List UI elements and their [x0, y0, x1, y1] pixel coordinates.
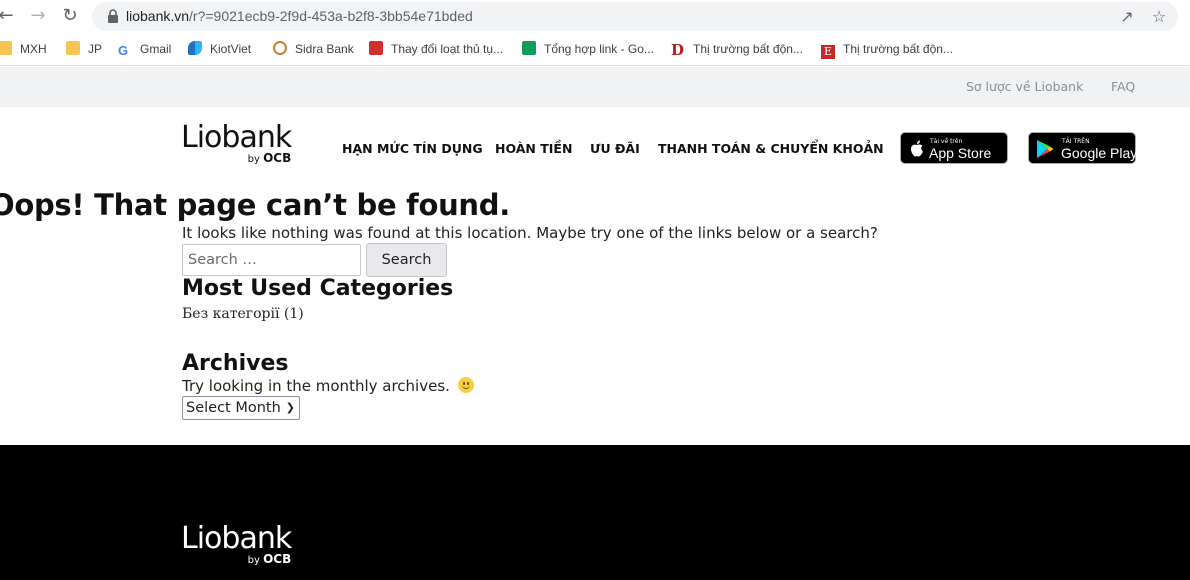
red-arrow-icon — [369, 41, 383, 55]
forward-icon[interactable]: → — [28, 6, 48, 26]
bookmark-star-icon[interactable]: ☆ — [1150, 8, 1168, 26]
page-title: Oops! That page can’t be found. — [0, 188, 510, 222]
menu-credit-limit[interactable]: HẠN MỨC TÍN DỤNG — [342, 141, 483, 156]
google-play-badge[interactable]: TẢI TRÊN Google Play — [1028, 132, 1137, 164]
month-select[interactable]: Select Month ❯ — [182, 396, 300, 420]
bookmark-kiotviet[interactable]: KiotViet — [188, 40, 251, 58]
lock-icon — [108, 9, 118, 23]
bookmark-thi-truong-1[interactable]: D Thị trường bất độn... — [671, 40, 803, 58]
bookmark-sidra[interactable]: Sidra Bank — [273, 40, 354, 58]
sheets-icon — [522, 41, 536, 55]
sidra-icon — [273, 41, 287, 55]
apple-icon — [911, 140, 923, 157]
address-bar[interactable]: liobank.vn/r?=9021ecb9-2f9d-453a-b2f8-3b… — [92, 2, 1178, 31]
bookmark-mxh[interactable]: MXH — [0, 40, 47, 58]
browser-toolbar: ← → ↻ liobank.vn/r?=9021ecb9-2f9d-453a-b… — [0, 0, 1190, 33]
about-link[interactable]: Sơ lược về Liobank — [966, 79, 1083, 94]
not-found-message: It looks like nothing was found at this … — [182, 224, 878, 242]
chevron-down-icon: ❯ — [285, 401, 295, 414]
folder-icon — [0, 41, 12, 55]
bookmark-thi-truong-2[interactable]: E Thị trường bất độn... — [821, 40, 953, 59]
footer-logo[interactable]: Liobank by OCB — [181, 524, 292, 567]
app-store-badge[interactable]: Tải về trên App Store — [900, 132, 1008, 164]
bookmark-gmail[interactable]: G Gmail — [118, 40, 171, 58]
faq-link[interactable]: FAQ — [1111, 79, 1135, 94]
menu-payments-transfers[interactable]: THANH TOÁN & CHUYỂN KHOẢN — [658, 141, 884, 156]
category-item: Без категорії (1) — [182, 306, 304, 322]
d-logo-icon: D — [671, 41, 685, 59]
site-top-strip: Sơ lược về Liobank FAQ — [0, 67, 1190, 107]
search-button[interactable]: Search — [366, 243, 447, 277]
menu-offers[interactable]: ƯU ĐÃI — [590, 141, 640, 156]
search-input[interactable] — [182, 244, 361, 276]
menu-cashback[interactable]: HOÀN TIỀN — [495, 141, 572, 156]
bookmark-thay-doi[interactable]: Thay đổi loạt thủ tụ... — [369, 40, 503, 58]
category-count: (1) — [283, 306, 304, 322]
categories-heading: Most Used Categories — [182, 276, 454, 301]
google-play-icon — [1037, 140, 1054, 158]
bookmark-tong-hop[interactable]: Tổng hợp link - Go... — [522, 40, 654, 58]
e-logo-icon: E — [821, 45, 835, 59]
bookmark-jp[interactable]: JP — [66, 40, 102, 58]
folder-icon — [66, 41, 80, 55]
share-icon[interactable]: ↗ — [1118, 8, 1136, 26]
url-text: liobank.vn/r?=9021ecb9-2f9d-453a-b2f8-3b… — [126, 8, 473, 24]
category-link[interactable]: Без категорії — [182, 306, 279, 322]
kiotviet-icon — [188, 41, 202, 55]
smile-emoji-icon — [457, 377, 474, 393]
reload-icon[interactable]: ↻ — [60, 6, 80, 26]
footer: Liobank by OCB — [0, 445, 1190, 580]
google-icon: G — [118, 43, 129, 58]
archives-text: Try looking in the monthly archives. — [182, 377, 474, 395]
bookmarks-bar: MXH JP G Gmail KiotViet Sidra Bank Thay đ… — [0, 33, 1190, 66]
site-logo[interactable]: Liobank by OCB — [181, 123, 292, 166]
archives-heading: Archives — [182, 351, 289, 376]
back-icon[interactable]: ← — [0, 6, 16, 26]
